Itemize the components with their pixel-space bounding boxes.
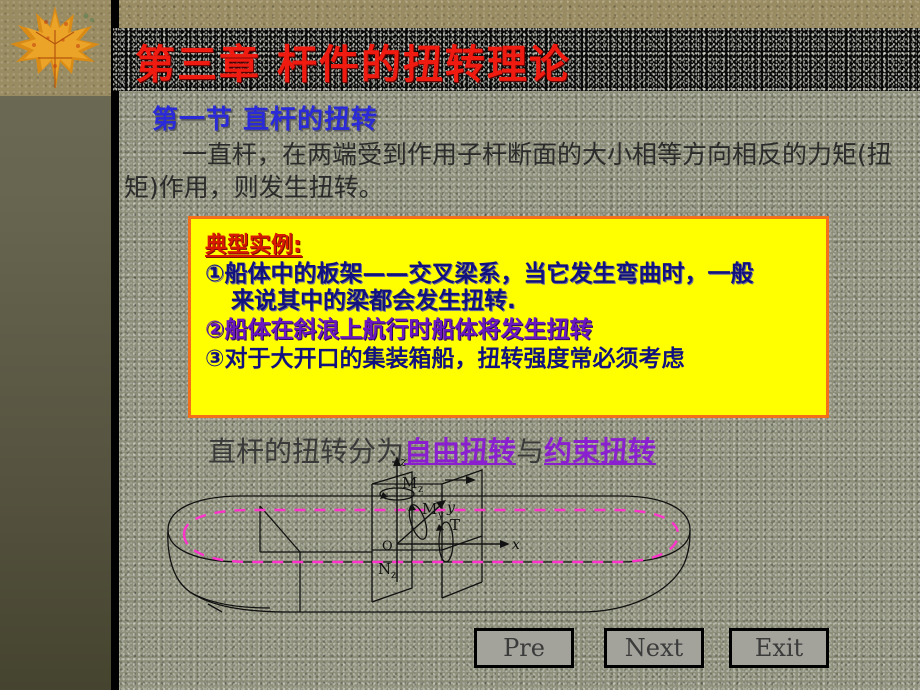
origin-label-o: O <box>382 539 393 554</box>
moment-label-my-sub: y <box>437 510 444 521</box>
force-label-nz: N <box>378 560 391 578</box>
force-label-nz-sub: z <box>391 570 396 581</box>
moment-label-my: M <box>422 500 437 518</box>
left-sidebar-panel <box>0 0 111 690</box>
top-texture-strip <box>0 0 920 28</box>
example-item-3: ③对于大开口的集装箱船，扭转强度常必须考虑 <box>205 346 685 373</box>
axis-label-x: x <box>512 537 520 553</box>
moment-label-mz-sub: z <box>418 484 423 495</box>
moment-label-mz: M <box>402 474 417 492</box>
maple-leaf-icon <box>10 6 100 88</box>
page-title: 第三章 杆件的扭转理论 <box>135 42 571 88</box>
axis-label-z: z <box>399 455 407 470</box>
navigation-buttons: Pre Next Exit <box>474 628 834 668</box>
example-item-1: ①船体中的板架——交叉梁系，当它发生弯曲时，一般 来说其中的梁都会发生扭转. <box>205 261 816 315</box>
next-button[interactable]: Next <box>604 628 704 668</box>
typical-examples-box: 典型实例: ①船体中的板架——交叉梁系，当它发生弯曲时，一般 来说其中的梁都会发… <box>188 216 829 418</box>
axis-label-y: y <box>446 500 456 516</box>
examples-heading: 典型实例: <box>205 233 302 258</box>
example-item-1-line1: ①船体中的板架——交叉梁系，当它发生弯曲时，一般 <box>205 261 754 287</box>
intro-paragraph: 一直杆，在两端受到作用子杆断面的大小相等方向相反的力矩(扭矩)作用，则发生扭转。 <box>124 140 892 202</box>
pre-button[interactable]: Pre <box>474 628 574 668</box>
exit-button[interactable]: Exit <box>729 628 829 668</box>
section-subtitle: 第一节 直杆的扭转 <box>152 105 379 135</box>
example-item-1-line2: 来说其中的梁都会发生扭转. <box>231 288 516 315</box>
example-item-2: ②船体在斜浪上航行时船体将发生扭转 <box>205 317 593 344</box>
ship-hull-torsion-diagram: z M z M y y T x O N z <box>150 452 710 627</box>
sidebar-black-divider <box>111 0 119 690</box>
torque-label-t: T <box>450 516 460 534</box>
maple-leaf-photo <box>0 0 111 96</box>
slide-canvas: 第三章 杆件的扭转理论 第一节 直杆的扭转 一直杆，在两端受到作用子杆断面的大小… <box>0 0 920 690</box>
